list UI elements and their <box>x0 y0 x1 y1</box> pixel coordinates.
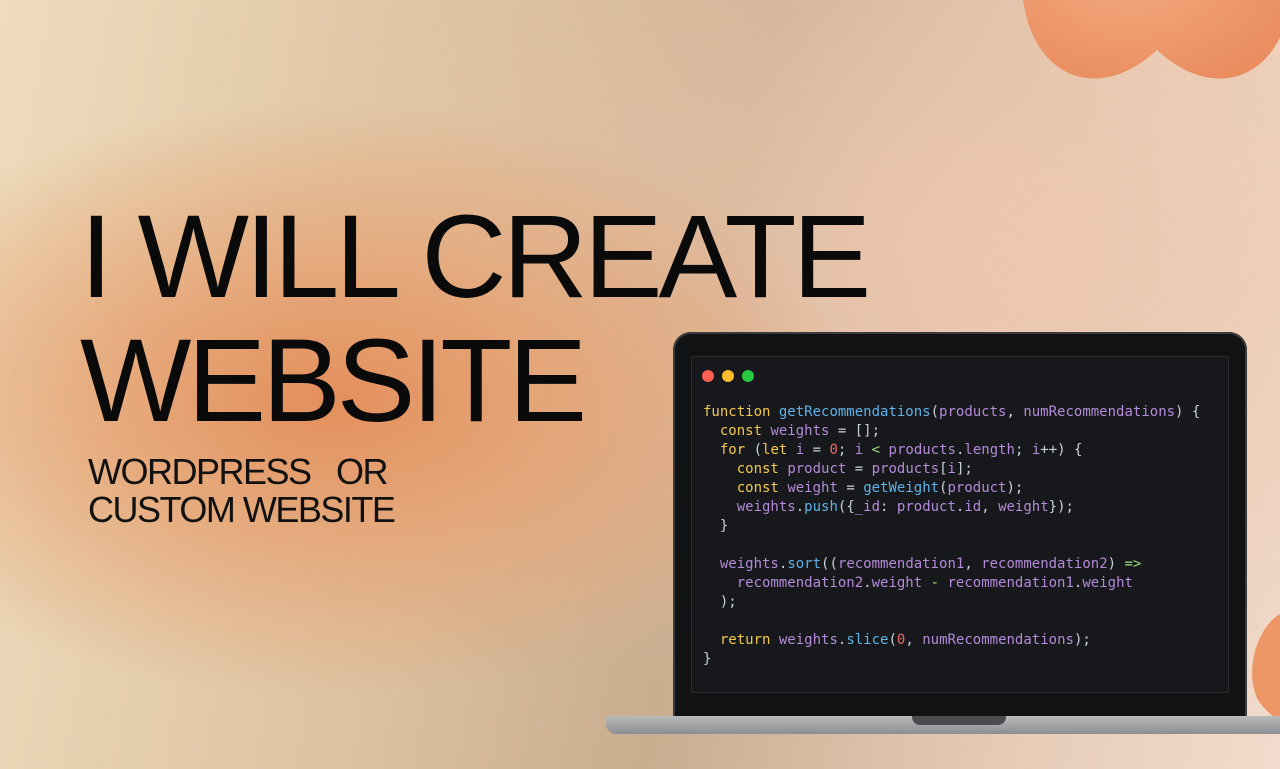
code-line: ); <box>703 594 737 610</box>
code-line: const product = products[i]; <box>736 461 973 477</box>
minimize-dot-icon <box>722 370 734 382</box>
close-dot-icon <box>702 370 714 382</box>
code-line: } <box>703 651 712 667</box>
code-line: function getRecommendations(products, nu… <box>703 404 1201 420</box>
code-line: } <box>703 518 729 534</box>
code-line: weights.push({_id: product.id, weight}); <box>736 499 1074 515</box>
maximize-dot-icon <box>742 370 754 382</box>
code-line: weights.sort((recommendation1, recommend… <box>719 556 1142 572</box>
subheadline-line-2: CUSTOM WEBSITE <box>88 489 396 530</box>
window-controls <box>702 370 754 382</box>
code-line: const weight = getWeight(product); <box>736 480 1024 496</box>
code-line: recommendation2.weight - recommendation1… <box>736 575 1133 591</box>
subheadline-line-1: WORDPRESS OR <box>88 451 389 492</box>
code-line: return weights.slice(0, numRecommendatio… <box>719 632 1091 648</box>
code-block: function getRecommendations(products, nu… <box>703 403 1200 669</box>
laptop-notch <box>912 716 1006 725</box>
code-line: const weights = []; <box>719 423 881 439</box>
decorative-blob-top <box>1023 0 1280 79</box>
code-editor-window: function getRecommendations(products, nu… <box>691 356 1229 693</box>
code-line: for (let i = 0; i < products.length; i++… <box>719 442 1083 458</box>
headline-line-1: I WILL CREATE <box>80 191 871 323</box>
subheadline: WORDPRESS OR CUSTOM WEBSITE <box>88 451 396 530</box>
